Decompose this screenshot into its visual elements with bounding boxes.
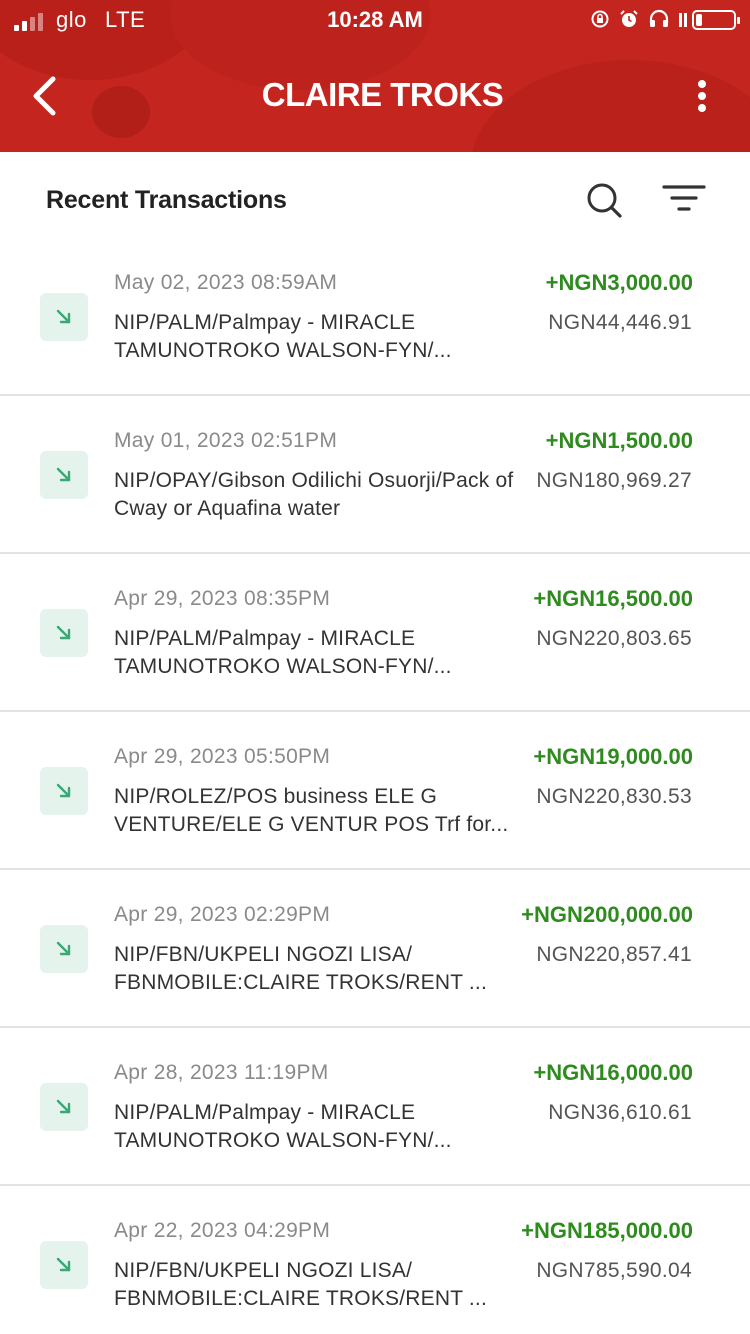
transaction-row[interactable]: Apr 22, 2023 04:29PM NIP/FBN/UKPELI NGOZI… — [0, 1186, 750, 1334]
arrow-down-right-icon — [56, 941, 71, 956]
battery-icon — [692, 10, 740, 30]
arrow-down-right-icon — [56, 1257, 71, 1272]
transaction-date: Apr 29, 2023 08:35PM — [114, 587, 331, 610]
headphones-icon — [649, 9, 669, 27]
transaction-date: Apr 28, 2023 11:19PM — [114, 1061, 329, 1084]
charging-bars-icon — [679, 13, 687, 27]
transaction-amount: +NGN19,000.00 — [533, 744, 693, 769]
arrow-down-right-icon — [56, 309, 71, 324]
credit-indicator — [40, 1083, 88, 1131]
transaction-row[interactable]: Apr 29, 2023 05:50PM NIP/ROLEZ/POS busine… — [0, 712, 750, 870]
system-icons — [590, 8, 688, 30]
transaction-balance: NGN220,830.53 — [536, 785, 692, 808]
credit-indicator — [40, 451, 88, 499]
credit-indicator — [40, 925, 88, 973]
transaction-description: NIP/PALM/Palmpay - MIRACLE TAMUNOTROKO W… — [114, 311, 452, 362]
transaction-balance: NGN220,803.65 — [536, 627, 692, 650]
transaction-description: NIP/PALM/Palmpay - MIRACLE TAMUNOTROKO W… — [114, 627, 452, 678]
search-button[interactable] — [584, 180, 624, 220]
transaction-description: NIP/ROLEZ/POS business ELE G VENTURE/ELE… — [114, 785, 509, 836]
status-bar: glo LTE 10:28 AM — [0, 0, 750, 40]
credit-indicator — [40, 293, 88, 341]
transaction-balance: NGN220,857.41 — [536, 943, 692, 966]
transaction-balance: NGN36,610.61 — [548, 1101, 692, 1124]
transaction-date: Apr 29, 2023 02:29PM — [114, 903, 331, 926]
transaction-amount: +NGN16,500.00 — [533, 586, 693, 611]
arrow-down-right-icon — [56, 625, 71, 640]
credit-indicator — [40, 1241, 88, 1289]
transaction-amount: +NGN16,000.00 — [533, 1060, 693, 1085]
section-title: Recent Transactions — [46, 186, 287, 214]
transaction-list: May 02, 2023 08:59AM NIP/PALM/Palmpay - M… — [0, 238, 750, 1334]
transaction-amount: +NGN1,500.00 — [545, 428, 693, 453]
filter-button[interactable] — [662, 182, 706, 216]
transaction-row[interactable]: Apr 28, 2023 11:19PM NIP/PALM/Palmpay - M… — [0, 1028, 750, 1186]
transaction-balance: NGN785,590.04 — [536, 1259, 692, 1282]
filter-icon — [662, 185, 706, 211]
transaction-row[interactable]: May 02, 2023 08:59AM NIP/PALM/Palmpay - M… — [0, 238, 750, 396]
transaction-description: NIP/OPAY/Gibson Odilichi Osuorji/Pack of… — [114, 469, 514, 520]
transaction-amount: +NGN185,000.00 — [521, 1218, 693, 1243]
transaction-balance: NGN44,446.91 — [548, 311, 692, 334]
credit-indicator — [40, 609, 88, 657]
transaction-description: NIP/PALM/Palmpay - MIRACLE TAMUNOTROKO W… — [114, 1101, 452, 1152]
transaction-amount: +NGN200,000.00 — [521, 902, 693, 927]
app-header: glo LTE 10:28 AM CLAIRE TROKS — [0, 0, 750, 152]
alarm-icon — [620, 10, 638, 27]
page-title: CLAIRE TROKS — [261, 76, 504, 113]
arrow-down-right-icon — [56, 467, 71, 482]
more-vertical-icon — [698, 80, 706, 88]
transaction-description: NIP/FBN/UKPELI NGOZI LISA/ FBNMOBILE:CLA… — [114, 1259, 488, 1310]
arrow-down-right-icon — [56, 1099, 71, 1114]
transactions-header: Recent Transactions — [0, 152, 750, 248]
transaction-row[interactable]: May 01, 2023 02:51PM NIP/OPAY/Gibson Odil… — [0, 396, 750, 554]
search-icon — [587, 183, 622, 218]
transaction-date: Apr 22, 2023 04:29PM — [114, 1219, 331, 1242]
rotation-lock-icon — [591, 10, 609, 28]
transaction-amount: +NGN3,000.00 — [545, 270, 693, 295]
more-options-button[interactable] — [688, 76, 716, 116]
arrow-down-right-icon — [56, 783, 71, 798]
transaction-row[interactable]: Apr 29, 2023 08:35PM NIP/PALM/Palmpay - M… — [0, 554, 750, 712]
transaction-date: May 01, 2023 02:51PM — [114, 429, 338, 452]
transaction-balance: NGN180,969.27 — [536, 469, 692, 492]
transaction-row[interactable]: Apr 29, 2023 02:29PM NIP/FBN/UKPELI NGOZI… — [0, 870, 750, 1028]
transaction-date: May 02, 2023 08:59AM — [114, 271, 338, 294]
credit-indicator — [40, 767, 88, 815]
transaction-date: Apr 29, 2023 05:50PM — [114, 745, 331, 768]
transaction-description: NIP/FBN/UKPELI NGOZI LISA/ FBNMOBILE:CLA… — [114, 943, 488, 994]
